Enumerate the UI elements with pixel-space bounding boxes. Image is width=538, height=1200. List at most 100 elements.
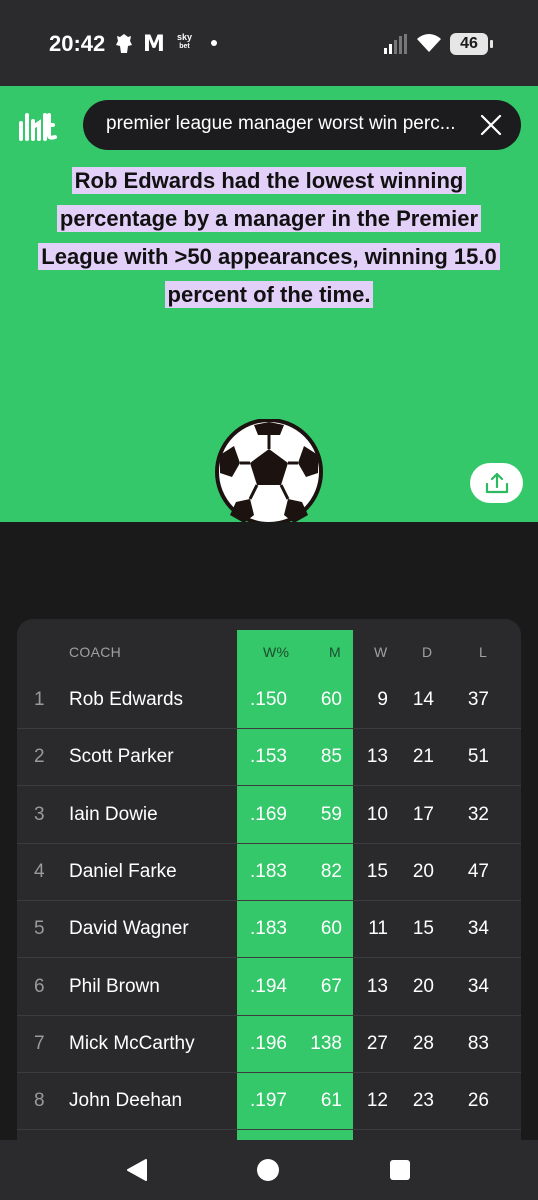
header-m[interactable]: M xyxy=(329,644,341,660)
premier-league-icon xyxy=(116,34,132,53)
coach-name-cell: Daniel Farke xyxy=(69,860,177,882)
win-pct-cell: .183 xyxy=(250,918,287,940)
losses-cell: 47 xyxy=(467,860,489,882)
draws-cell: 17 xyxy=(412,803,434,825)
draws-cell: 23 xyxy=(412,1090,434,1112)
losses-cell: 37 xyxy=(467,689,489,710)
answer-headline: Rob Edwards had the lowest winning perce… xyxy=(20,162,518,314)
coach-name-cell: Mick McCarthy xyxy=(69,1032,195,1054)
win-pct-cell: .194 xyxy=(250,975,287,997)
dot-icon xyxy=(211,40,217,46)
close-icon[interactable] xyxy=(479,113,503,137)
wins-cell: 11 xyxy=(368,918,388,940)
hero-panel: premier league manager worst win perc...… xyxy=(0,86,538,522)
status-time: 20:42 xyxy=(49,31,106,56)
losses-cell: 51 xyxy=(467,746,489,768)
results-table[interactable]: COACH W% M W D L 1 Rob Edwards .150 60 9 14 37… xyxy=(17,619,521,1140)
header-wpct[interactable]: W% xyxy=(263,644,289,660)
matches-cell: 59 xyxy=(320,803,342,825)
win-pct-cell: .150 xyxy=(250,689,287,710)
share-icon xyxy=(485,472,509,494)
table-row[interactable]: 7 Mick McCarthy .196 138 27 28 83 xyxy=(17,1016,521,1073)
win-pct-cell: .183 xyxy=(250,860,287,882)
matches-cell: 85 xyxy=(320,746,342,768)
table-row[interactable]: 2 Scott Parker .153 85 13 21 51 xyxy=(17,729,521,787)
battery-icon: 46 xyxy=(450,33,493,55)
matches-cell: 138 xyxy=(310,1032,342,1054)
win-pct-cell: .169 xyxy=(250,803,287,825)
rank-cell: 4 xyxy=(34,860,45,882)
coach-name-cell: David Wagner xyxy=(69,918,189,940)
losses-cell: 83 xyxy=(467,1032,489,1054)
sky-label: sky xyxy=(177,32,193,42)
draws-cell: 14 xyxy=(412,689,434,710)
losses-cell: 34 xyxy=(467,975,489,997)
search-input[interactable]: premier league manager worst win perc... xyxy=(83,100,521,150)
headline-line-2: percentage by a manager in the Premier xyxy=(56,205,482,232)
rank-cell: 6 xyxy=(34,975,45,997)
coach-name-cell: Iain Dowie xyxy=(69,803,158,825)
wins-cell: 9 xyxy=(377,689,388,710)
win-pct-cell: .197 xyxy=(250,1090,287,1112)
wins-cell: 27 xyxy=(366,1032,388,1054)
matches-cell: 61 xyxy=(320,1090,342,1112)
wins-cell: 10 xyxy=(366,803,388,825)
table-row[interactable]: 1 Rob Edwards .150 60 9 14 37 xyxy=(17,672,521,729)
headline-line-3: League with >50 appearances, winning 15.… xyxy=(38,243,500,270)
home-icon[interactable] xyxy=(257,1159,279,1181)
table-row[interactable]: 5 David Wagner .183 60 11 15 34 xyxy=(17,901,521,959)
table-row[interactable]: 6 Phil Brown .194 67 13 20 34 xyxy=(17,959,521,1016)
search-query[interactable]: premier league manager worst win perc... xyxy=(106,113,456,135)
matches-cell: 82 xyxy=(320,860,342,882)
losses-cell: 26 xyxy=(467,1090,489,1112)
coach-name-cell: Phil Brown xyxy=(69,975,160,997)
draws-cell: 21 xyxy=(412,746,434,768)
sky-bet-icon: sky bet xyxy=(177,32,192,52)
table-row[interactable]: 3 Iain Dowie .169 59 10 17 32 xyxy=(17,787,521,844)
draws-cell: 15 xyxy=(412,918,434,940)
wins-cell: 13 xyxy=(366,746,388,768)
wifi-icon xyxy=(417,34,441,52)
losses-cell: 32 xyxy=(467,803,489,825)
rank-cell: 2 xyxy=(34,746,45,768)
table-row[interactable]: 4 Daniel Farke .183 82 15 20 47 xyxy=(17,844,521,901)
draws-cell: 20 xyxy=(412,860,434,882)
wins-cell: 13 xyxy=(366,975,388,997)
rank-cell: 1 xyxy=(34,689,45,710)
rank-cell: 3 xyxy=(34,803,45,825)
header-coach[interactable]: COACH xyxy=(69,644,121,660)
system-nav-bar xyxy=(0,1140,538,1200)
header-d[interactable]: D xyxy=(422,644,432,660)
table-row[interactable]: 8 John Deehan .197 61 12 23 26 xyxy=(17,1073,521,1131)
win-pct-cell: .196 xyxy=(250,1032,287,1054)
wins-cell: 12 xyxy=(366,1090,388,1112)
share-button[interactable] xyxy=(470,463,523,503)
losses-cell: 34 xyxy=(467,918,489,940)
row-divider xyxy=(17,1129,521,1131)
soccer-ball-icon xyxy=(215,419,323,522)
header-w[interactable]: W xyxy=(374,644,388,660)
recents-icon[interactable] xyxy=(390,1160,410,1180)
app-logo-icon[interactable] xyxy=(19,113,63,141)
win-pct-cell: .153 xyxy=(250,746,287,768)
draws-cell: 20 xyxy=(412,975,434,997)
rank-cell: 8 xyxy=(34,1090,45,1112)
signal-icon xyxy=(384,34,407,54)
coach-name-cell: Rob Edwards xyxy=(69,689,184,710)
coach-name-cell: John Deehan xyxy=(69,1090,183,1112)
header-l[interactable]: L xyxy=(479,644,487,660)
wins-cell: 15 xyxy=(366,860,388,882)
rank-cell: 5 xyxy=(34,918,45,940)
matches-cell: 60 xyxy=(320,918,342,940)
matches-cell: 60 xyxy=(320,689,342,710)
status-bar: 20:42 M sky bet 46 xyxy=(0,0,538,86)
m-icon: M xyxy=(143,32,165,57)
sky-sub: bet xyxy=(179,43,190,50)
draws-cell: 28 xyxy=(412,1032,434,1054)
coach-name-cell: Scott Parker xyxy=(69,746,174,768)
headline-line-1: Rob Edwards had the lowest winning xyxy=(71,167,467,194)
matches-cell: 67 xyxy=(320,975,342,997)
back-icon[interactable] xyxy=(126,1159,148,1181)
headline-line-4: percent of the time. xyxy=(164,281,374,308)
rank-cell: 7 xyxy=(34,1032,45,1054)
